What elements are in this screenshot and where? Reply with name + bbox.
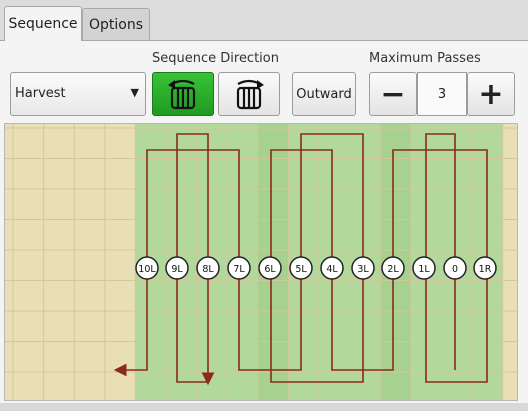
increase-passes-button[interactable]: + [467, 72, 515, 116]
sequence-map-canvas: 10L 9L 8L 7L 6L 5L 4L 3L 2L 1L 0 1R [5, 124, 517, 400]
outward-button[interactable]: Outward [292, 72, 356, 116]
pass-label-1r: 1R [479, 264, 492, 275]
pass-label-0: 0 [452, 264, 458, 275]
pass-label-2l: 2L [387, 264, 399, 275]
pass-label-9l: 9L [171, 264, 183, 275]
pass-right-icon [236, 79, 264, 110]
decrease-passes-button[interactable]: − [369, 72, 417, 116]
pass-label-6l: 6L [264, 264, 276, 275]
direction-left-button[interactable] [152, 72, 214, 116]
pass-label-5l: 5L [295, 264, 307, 275]
sequence-direction-label: Sequence Direction [152, 51, 279, 66]
dropdown-arrow-icon: ▼ [130, 86, 139, 99]
pass-label-3l: 3L [357, 264, 369, 275]
pass-label-7l: 7L [233, 264, 245, 275]
tab-sequence[interactable]: Sequence [4, 6, 82, 41]
passes-value[interactable]: 3 [417, 72, 467, 116]
pass-label-10l: 10L [138, 264, 156, 275]
sequence-map[interactable]: 10L 9L 8L 7L 6L 5L 4L 3L 2L 1L 0 1R [4, 123, 518, 401]
pass-left-icon [168, 79, 196, 110]
direction-right-button[interactable] [218, 72, 280, 116]
tab-bar: Sequence Options [0, 0, 528, 41]
pass-label-8l: 8L [202, 264, 214, 275]
pass-label-4l: 4L [326, 264, 338, 275]
pass-label-1l: 1L [418, 264, 430, 275]
bottom-edge [0, 403, 528, 411]
sequence-panel: Harvest ▼ Sequence Direction Outward Max… [0, 40, 528, 411]
mode-select[interactable]: Harvest ▼ [10, 72, 146, 116]
tab-options[interactable]: Options [82, 8, 150, 40]
mode-select-value: Harvest [15, 86, 66, 101]
maximum-passes-label: Maximum Passes [369, 51, 481, 66]
